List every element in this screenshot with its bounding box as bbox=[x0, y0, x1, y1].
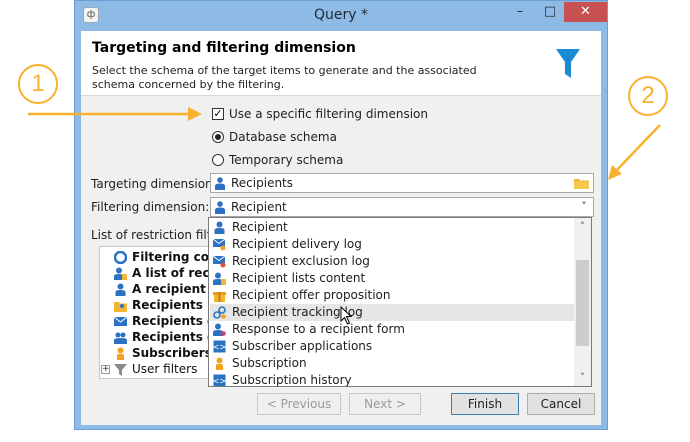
cancel-button[interactable]: Cancel bbox=[527, 393, 595, 415]
dropdown-item-label: Recipient lists content bbox=[232, 271, 366, 285]
dropdown-item-label: Subscriber applications bbox=[232, 339, 373, 353]
dropdown-item-label: Response to a recipient form bbox=[232, 322, 405, 336]
dropdown-item-subscriber-applications[interactable]: <> Subscriber applications bbox=[210, 338, 574, 355]
dropdown-item-label: Subscription bbox=[232, 356, 307, 370]
page-title: Targeting and filtering dimension bbox=[92, 40, 356, 56]
tree-item-label: Filtering cond bbox=[132, 250, 209, 264]
targeting-dimension-value: Recipients bbox=[231, 176, 294, 190]
next-button[interactable]: Next > bbox=[349, 393, 421, 415]
use-specific-label: Use a specific filtering dimension bbox=[229, 107, 429, 121]
form-response-icon bbox=[213, 323, 226, 336]
subscription-history-icon: <> bbox=[213, 374, 226, 386]
folder-person-icon bbox=[114, 302, 127, 312]
temporary-schema-label: Temporary schema bbox=[229, 153, 344, 167]
envelope-icon bbox=[114, 316, 127, 326]
targeting-dimension-field[interactable]: Recipients bbox=[210, 173, 594, 193]
dropdown-item-label: Recipient bbox=[232, 220, 288, 234]
tree-item-label: Recipients of bbox=[132, 330, 208, 344]
finish-button[interactable]: Finish bbox=[451, 393, 519, 415]
envelope-exclusion-icon bbox=[213, 255, 226, 268]
mouse-cursor-icon bbox=[340, 306, 353, 325]
gift-icon bbox=[213, 292, 226, 302]
app-icon: <> bbox=[213, 340, 226, 353]
dropdown-item-subscription-history[interactable]: <> Subscription history bbox=[210, 372, 574, 387]
tree-item-label: Recipients of bbox=[132, 314, 208, 328]
tree-item-label: Subscribers of bbox=[132, 346, 209, 360]
envelope-person-icon bbox=[213, 238, 226, 251]
dropdown-item-label: Recipient exclusion log bbox=[232, 254, 370, 268]
page-description: Select the schema of the target items to… bbox=[92, 64, 477, 91]
dropdown-item-label: Subscription history bbox=[232, 373, 352, 387]
restriction-filters-tree[interactable]: Filtering cond A list of recipi A recipi… bbox=[99, 246, 209, 379]
callout-1: 1 bbox=[18, 64, 58, 104]
targeting-dimension-label: Targeting dimension: bbox=[91, 177, 217, 191]
funnel-icon bbox=[556, 49, 580, 78]
tree-item-label: A list of recipi bbox=[132, 266, 209, 280]
dropdown-item-recipient[interactable]: Recipient bbox=[210, 219, 574, 236]
close-button[interactable]: ✕ bbox=[564, 2, 607, 22]
person-icon bbox=[215, 201, 225, 214]
tree-item-label: A recipient bbox=[132, 282, 206, 296]
maximize-button[interactable]: □ bbox=[537, 2, 563, 22]
dropdown-item-lists-content[interactable]: Recipient lists content bbox=[210, 270, 574, 287]
use-specific-checkbox[interactable]: ✓ bbox=[212, 108, 224, 120]
dropdown-item-delivery-log[interactable]: Recipient delivery log bbox=[210, 236, 574, 253]
filter-conditions-icon bbox=[114, 251, 127, 264]
dropdown-item-subscription[interactable]: Subscription bbox=[210, 355, 574, 372]
subscriber-icon bbox=[117, 347, 124, 360]
subscription-icon bbox=[216, 357, 223, 370]
minimize-button[interactable]: – bbox=[507, 2, 533, 22]
dropdown-item-offer-proposition[interactable]: Recipient offer proposition bbox=[210, 287, 574, 304]
recipient-list-icon bbox=[213, 272, 226, 285]
person-icon bbox=[215, 177, 225, 190]
dropdown-item-tracking-log[interactable]: Recipient tracking log bbox=[210, 304, 574, 321]
temporary-schema-radio[interactable] bbox=[212, 154, 224, 166]
arrow-to-targeting-field bbox=[614, 124, 661, 173]
database-schema-radio[interactable] bbox=[212, 131, 224, 143]
scroll-thumb[interactable] bbox=[576, 260, 589, 346]
filtering-dimension-select[interactable]: Recipient ˅ bbox=[210, 197, 594, 217]
filtering-dimension-value: Recipient bbox=[231, 200, 287, 214]
previous-button[interactable]: < Previous bbox=[257, 393, 341, 415]
title-bar[interactable]: ф Query * – □ ✕ bbox=[75, 1, 607, 31]
arrow-head-2 bbox=[608, 165, 622, 180]
filtering-dimension-dropdown[interactable]: Recipient Recipient delivery log Recipie… bbox=[208, 217, 592, 387]
tree-item-label: User filters bbox=[132, 362, 198, 376]
dropdown-scrollbar[interactable]: ˄ ˅ bbox=[574, 218, 591, 386]
person-icon bbox=[115, 283, 126, 296]
recipients-icon bbox=[114, 332, 127, 344]
person-icon bbox=[214, 221, 225, 234]
recipient-list-icon bbox=[114, 267, 127, 280]
database-schema-label: Database schema bbox=[229, 130, 337, 144]
svg-text:<>: <> bbox=[213, 377, 226, 386]
tree-expander[interactable]: + bbox=[101, 365, 110, 374]
scroll-down-button[interactable]: ˅ bbox=[574, 369, 591, 386]
header-panel: Targeting and filtering dimension Select… bbox=[81, 31, 601, 96]
link-icon bbox=[213, 306, 226, 319]
dropdown-item-label: Recipient delivery log bbox=[232, 237, 362, 251]
funnel-icon bbox=[114, 364, 127, 376]
tree-item-label: Recipients inc bbox=[132, 298, 208, 312]
svg-text:<>: <> bbox=[213, 343, 226, 352]
dropdown-item-form-response[interactable]: Response to a recipient form bbox=[210, 321, 574, 338]
chevron-down-icon[interactable]: ˅ bbox=[575, 198, 593, 216]
dropdown-item-exclusion-log[interactable]: Recipient exclusion log bbox=[210, 253, 574, 270]
callout-2: 2 bbox=[628, 76, 668, 116]
filtering-dimension-label: Filtering dimension: bbox=[91, 200, 210, 214]
dropdown-item-label: Recipient offer proposition bbox=[232, 288, 391, 302]
scroll-up-button[interactable]: ˄ bbox=[574, 218, 591, 235]
folder-icon[interactable] bbox=[574, 177, 589, 189]
